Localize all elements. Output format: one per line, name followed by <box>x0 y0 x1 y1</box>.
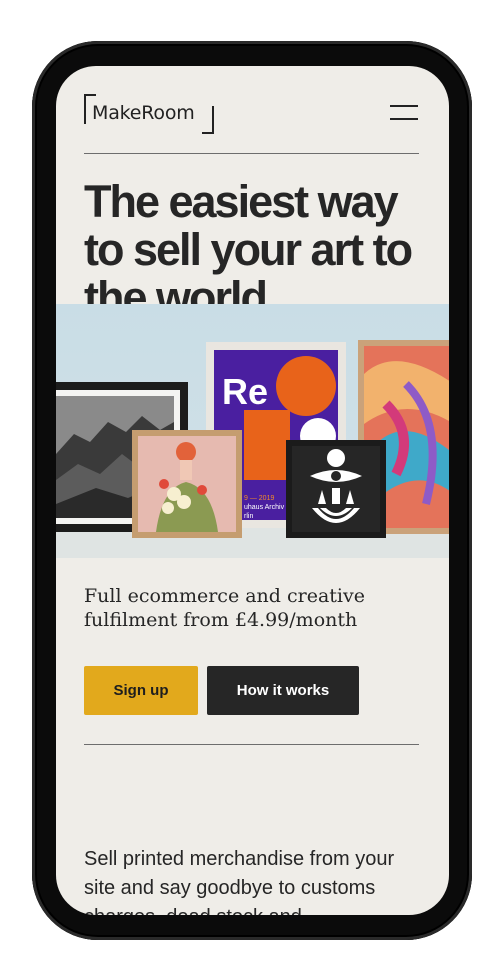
logo-bracket-bottom-right <box>202 106 214 134</box>
logo-text: MakeRoom <box>92 102 195 124</box>
poster-caption-years: 9 — 2019 <box>244 495 274 502</box>
pricing-tagline: Full ecommerce and creative fulfilment f… <box>84 585 365 631</box>
hero-artwork-image: Re 9 — 2019 uhaus Archiv rlin <box>56 304 449 558</box>
flower-portrait-frame <box>132 430 242 538</box>
intro-paragraph: Sell printed merchandise from your site … <box>84 848 395 915</box>
phone-screen: MakeRoom The easiest way to sell your ar… <box>56 66 449 915</box>
section-divider <box>84 744 419 745</box>
poster-caption-archive: uhaus Archiv <box>244 504 285 511</box>
header-divider <box>84 153 419 154</box>
geometric-face-frame <box>286 440 386 538</box>
poster-caption-city: rlin <box>244 513 253 520</box>
hero-headline: The easiest way to sell your art to the … <box>84 176 413 323</box>
poster-text-re: Re <box>222 371 268 412</box>
framed-prints-illustration: Re 9 — 2019 uhaus Archiv rlin <box>56 340 449 558</box>
hamburger-menu-icon[interactable] <box>390 104 420 124</box>
menu-line-top <box>390 105 418 107</box>
menu-line-bottom <box>390 118 418 120</box>
how-it-works-button[interactable]: How it works <box>207 666 359 715</box>
sign-up-button[interactable]: Sign up <box>84 666 198 715</box>
